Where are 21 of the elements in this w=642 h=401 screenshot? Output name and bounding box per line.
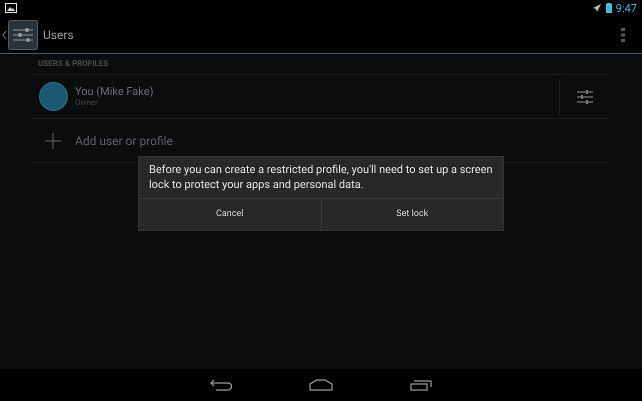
recent-apps-icon[interactable] bbox=[410, 379, 432, 391]
battery-icon bbox=[606, 3, 612, 13]
section-header: USERS & PROFILES bbox=[38, 58, 108, 70]
plus-icon bbox=[45, 132, 61, 148]
user-list-item[interactable]: You (Mike Fake) Owner bbox=[32, 75, 559, 118]
window-title: Users bbox=[43, 26, 74, 44]
user-name: You (Mike Fake) bbox=[75, 84, 154, 98]
back-icon[interactable] bbox=[210, 379, 232, 391]
user-role: Owner bbox=[75, 98, 99, 108]
add-user-label: Add user or profile bbox=[75, 132, 173, 150]
overflow-menu-icon[interactable] bbox=[621, 28, 625, 42]
dialog-message: Before you can create a restricted profile, you'll need to set up a screen lock to protect your apps and personal data. bbox=[148, 162, 494, 193]
avatar-icon bbox=[39, 82, 68, 111]
dialog-button[interactable]: Cancel bbox=[139, 199, 320, 230]
status-time: 9:47 bbox=[616, 2, 637, 14]
dialog-button[interactable]: Set lock bbox=[320, 199, 503, 230]
settings-app-icon bbox=[8, 20, 38, 50]
picture-notification-icon bbox=[5, 3, 17, 13]
user-settings-icon[interactable] bbox=[577, 90, 593, 104]
home-icon[interactable] bbox=[309, 379, 333, 391]
back-caret-icon bbox=[2, 30, 7, 40]
